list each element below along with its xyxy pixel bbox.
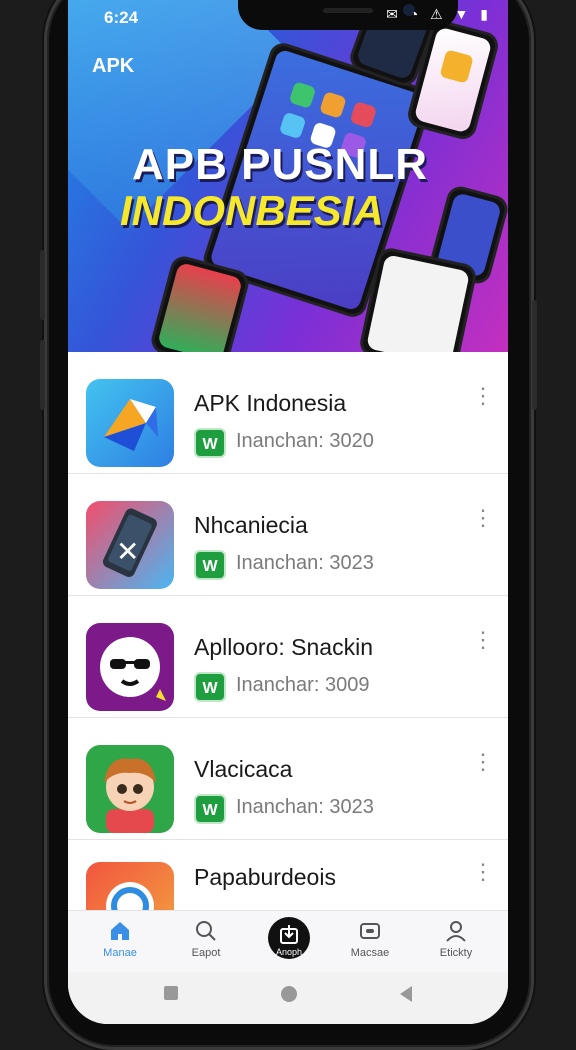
more-options-icon[interactable]: ⋮ [472,629,494,660]
nav-item-search[interactable]: Eapot [166,919,246,959]
list-item[interactable]: Papaburdeois ⋮ [68,840,508,912]
bottom-navigation: Manae Eapot Anoph Macsae Etickty [68,910,508,972]
nav-label: Macsae [350,947,390,959]
app-meta: Inanchan: 3023 [236,796,374,818]
list-item[interactable]: ✕ Nhcaniecia W Inanchan: 3023 ⋮ [68,474,508,596]
camera-ring-icon [86,862,174,912]
back-icon[interactable] [400,986,412,1002]
list-item[interactable]: Aplloorо: Snackin W Inanchar: 3009 ⋮ [68,596,508,718]
list-item[interactable]: Vlacicaca W Inanchan: 3023 ⋮ [68,718,508,840]
hero-apk-tag: APK [92,55,135,77]
app-meta: Inanchan: 3023 [236,552,374,574]
status-time: 6:24 [104,8,139,27]
more-options-icon[interactable]: ⋮ [472,861,494,892]
hero-banner[interactable]: 6:24 ✉ ◔ ⚠ ▼ ▮ APK APB PUSNLR INDONBESIA [68,0,508,352]
screen: 6:24 ✉ ◔ ⚠ ▼ ▮ APK APB PUSNLR INDONBESIA… [68,0,508,1024]
app-meta: Inanchar: 3009 [236,674,370,696]
phone-x-icon: ✕ [86,501,174,589]
app-name: Aplloorо: Snackin [194,634,373,660]
more-options-icon[interactable]: ⋮ [472,751,494,782]
badge-icon: W [194,428,226,458]
status-icons: ✉ ◔ ⚠ ▼ ▮ [386,6,492,22]
badge-icon: W [194,794,226,824]
badge-icon: W [194,550,226,580]
recent-apps-icon[interactable] [164,986,178,1000]
nav-item-messages[interactable]: Macsae [330,919,410,959]
more-options-icon[interactable]: ⋮ [472,507,494,538]
app-name: APK Indonesia [194,390,347,416]
app-list: APK Indonesia W Inanchan: 3020 ⋮ ✕ Nhcan… [68,352,508,912]
power-button [532,300,537,410]
nav-item-home[interactable]: Manae [80,919,160,959]
folded-paper-icon [86,379,174,467]
message-icon [360,923,380,939]
hero-title: APB PUSNLR [132,140,429,189]
nav-label: Etickty [439,947,473,959]
profile-icon [446,921,466,942]
badge-icon: W [194,672,226,702]
hero-subtitle: INDONBESIA [120,187,384,234]
nav-label: Anoph [275,947,303,957]
home-button-icon[interactable] [281,986,297,1002]
list-item[interactable]: APK Indonesia W Inanchan: 3020 ⋮ [68,352,508,474]
system-navigation-bar [68,972,508,1024]
search-icon [196,921,216,941]
app-meta: Inanchan: 3020 [236,430,374,452]
nav-label: Manae [103,947,137,959]
nav-item-download[interactable]: Anoph [268,917,310,959]
cartoon-face-icon [86,745,174,833]
volume-button [40,250,45,320]
volume-button [40,340,45,410]
nav-item-profile[interactable]: Etickty [416,919,496,959]
app-name: Papaburdeois [194,864,336,890]
app-name: Nhcaniecia [194,512,308,538]
app-name: Vlacicaca [194,756,293,782]
home-icon [111,922,129,940]
sunglasses-face-icon [86,623,174,711]
more-options-icon[interactable]: ⋮ [472,385,494,416]
svg-text:✕: ✕ [116,535,139,568]
nav-label: Eapot [191,947,221,959]
